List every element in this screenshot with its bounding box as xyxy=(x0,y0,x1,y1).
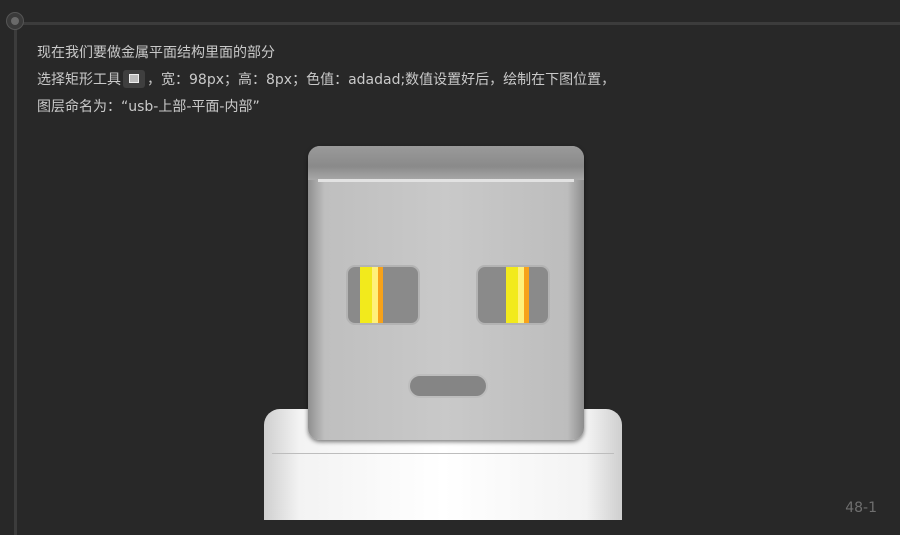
timeline-vertical-line xyxy=(14,22,17,535)
usb-left-slot xyxy=(346,265,420,325)
instruction-line-2-suffix: ，宽：98px；高：8px；色值：adadad;数值设置好后，绘制在下图位置， xyxy=(147,72,616,88)
instruction-text: 现在我们要做金属平面结构里面的部分 选择矩形工具 ，宽：98px；高：8px；色值… xyxy=(37,40,615,121)
timeline-horizontal-line xyxy=(16,22,900,25)
rectangle-tool-icon xyxy=(123,70,145,88)
instruction-line-2-prefix: 选择矩形工具 xyxy=(37,72,121,88)
usb-right-slot xyxy=(476,265,550,325)
timeline-node-icon xyxy=(6,12,24,30)
usb-metal-head xyxy=(308,146,584,440)
instruction-line-1: 现在我们要做金属平面结构里面的部分 xyxy=(37,45,275,61)
usb-illustration xyxy=(262,146,624,520)
page-number: 48-1 xyxy=(845,500,877,516)
instruction-line-3: 图层命名为：“usb-上部-平面-内部” xyxy=(37,99,260,115)
instruction-line-2: 选择矩形工具 ，宽：98px；高：8px；色值：adadad;数值设置好后，绘制在… xyxy=(37,67,615,94)
usb-head-top-plane xyxy=(308,146,584,182)
usb-bottom-slot xyxy=(408,374,488,398)
